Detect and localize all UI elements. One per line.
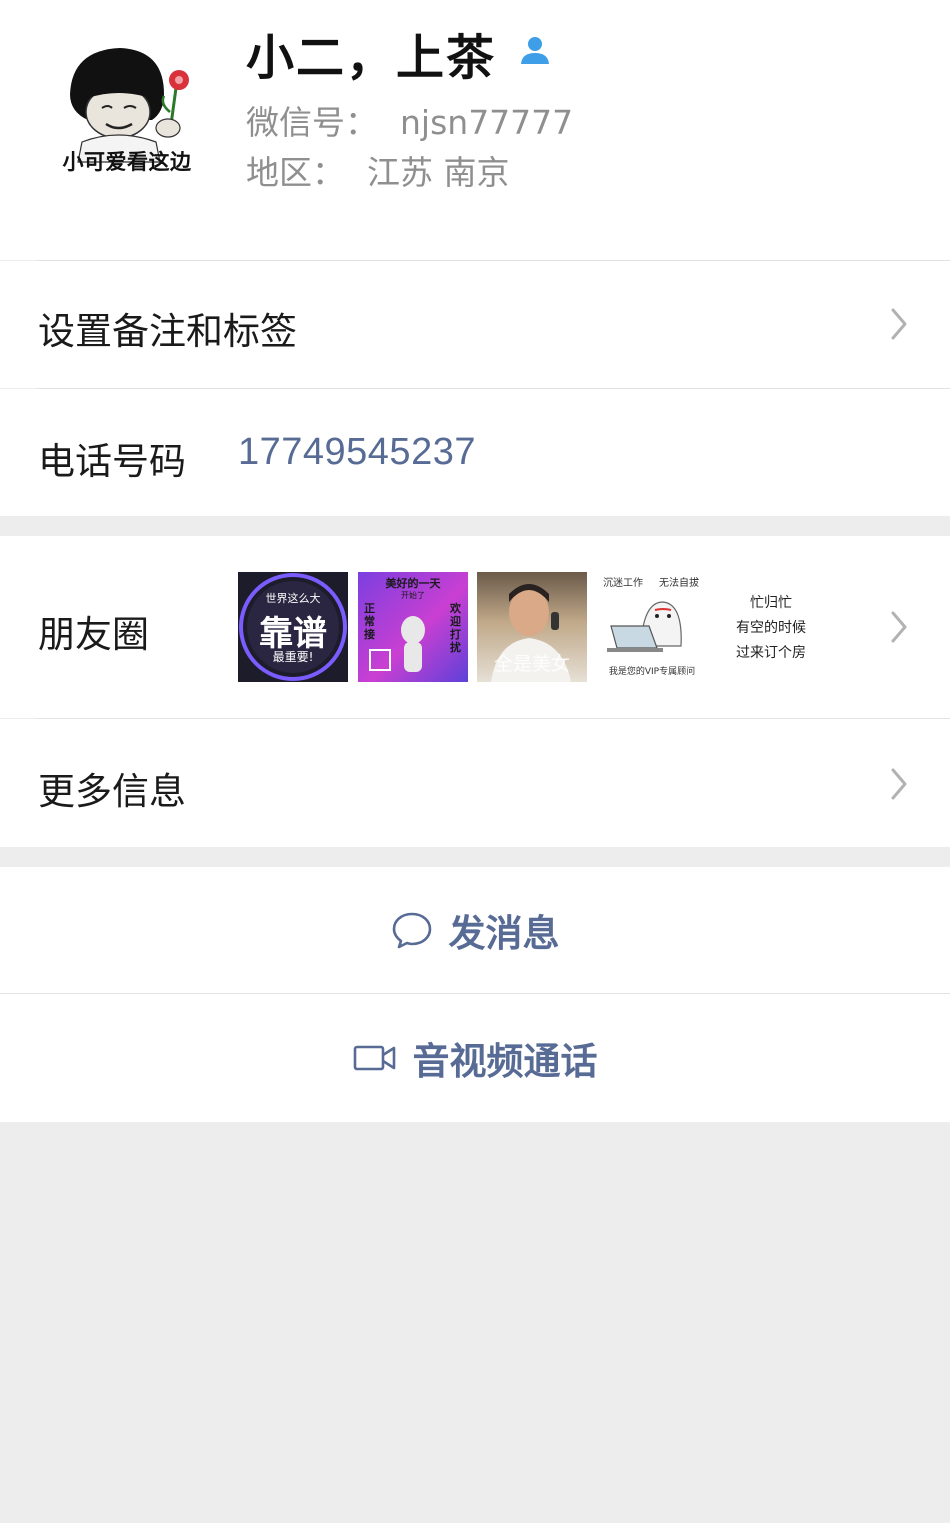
wechat-id-value: njsn77777 [400, 103, 574, 142]
moments-thumbnail: 忙归忙 有空的时候 过来订个房 [716, 572, 826, 682]
video-call-button[interactable]: 音视频通话 [0, 994, 950, 1122]
contact-name: 小二，上茶 [246, 30, 497, 86]
moments-thumbnail: 沉迷工作 无法自拔 我是您的VIP专属顾问 [597, 572, 707, 682]
remark-and-tags-row[interactable]: 设置备注和标签 [0, 261, 950, 388]
send-message-button[interactable]: 发消息 [0, 867, 950, 993]
contact-profile-page: 小可爱看这边 小二，上茶 微信号： njsn77777 地区： 江苏 南京 设置备注… [0, 0, 950, 1523]
video-call-content: 音视频通话 [0, 994, 950, 1122]
wechat-id-line: 微信号： njsn77777 [246, 96, 573, 144]
chat-bubble-icon [391, 911, 433, 949]
send-message-content: 发消息 [0, 867, 950, 993]
send-message-label: 发消息 [448, 912, 560, 955]
moments-thumbnail: 世界这么大 靠谱 最重要! [238, 572, 348, 682]
region-line: 地区： 江苏 南京 [246, 146, 510, 194]
more-info-label: 更多信息 [38, 770, 186, 813]
moments-label: 朋友圈 [38, 613, 149, 656]
region-label: 地区： [246, 153, 345, 192]
phone-label: 电话号码 [38, 440, 186, 483]
moments-thumbnail: 全是美女 [477, 572, 587, 682]
thumb4-bottom: 我是您的VIP专属顾问 [608, 667, 696, 677]
phone-number-link[interactable]: 17749545237 [238, 431, 476, 474]
more-info-row[interactable]: 更多信息 [0, 719, 950, 847]
phone-number-row: 电话号码 17749545237 [0, 389, 950, 516]
chevron-right-icon [890, 307, 908, 345]
thumb1-top-text: 世界这么大 [265, 592, 321, 605]
thumb5-line2: 有空的时候 [736, 620, 806, 636]
remark-label: 设置备注和标签 [38, 310, 297, 353]
moments-row[interactable]: 朋友圈 世界这么大 靠谱 最重要! 美好的一天 开始了 正常接 欢迎打扰 全是美… [0, 536, 950, 718]
profile-header: 小可爱看这边 小二，上茶 微信号： njsn77777 地区： 江苏 南京 [0, 0, 950, 260]
chevron-right-icon [890, 767, 908, 805]
video-call-label: 音视频通话 [412, 1040, 598, 1083]
thumb1-bottom-text: 最重要! [272, 650, 314, 664]
thumb3-caption: 全是美女 [493, 653, 570, 675]
avatar[interactable]: 小可爱看这边 [52, 32, 202, 182]
video-camera-icon [353, 1043, 397, 1073]
thumb5-line3: 过来订个房 [736, 645, 806, 661]
chevron-right-icon [890, 610, 908, 648]
region-value: 江苏 南京 [367, 153, 510, 192]
avatar-caption: 小可爱看这边 [62, 150, 192, 174]
wechat-id-label: 微信号： [246, 103, 378, 142]
person-icon [518, 33, 552, 71]
moments-thumbnail: 美好的一天 开始了 正常接 欢迎打扰 [358, 572, 468, 682]
thumb5-line1: 忙归忙 [750, 595, 792, 611]
